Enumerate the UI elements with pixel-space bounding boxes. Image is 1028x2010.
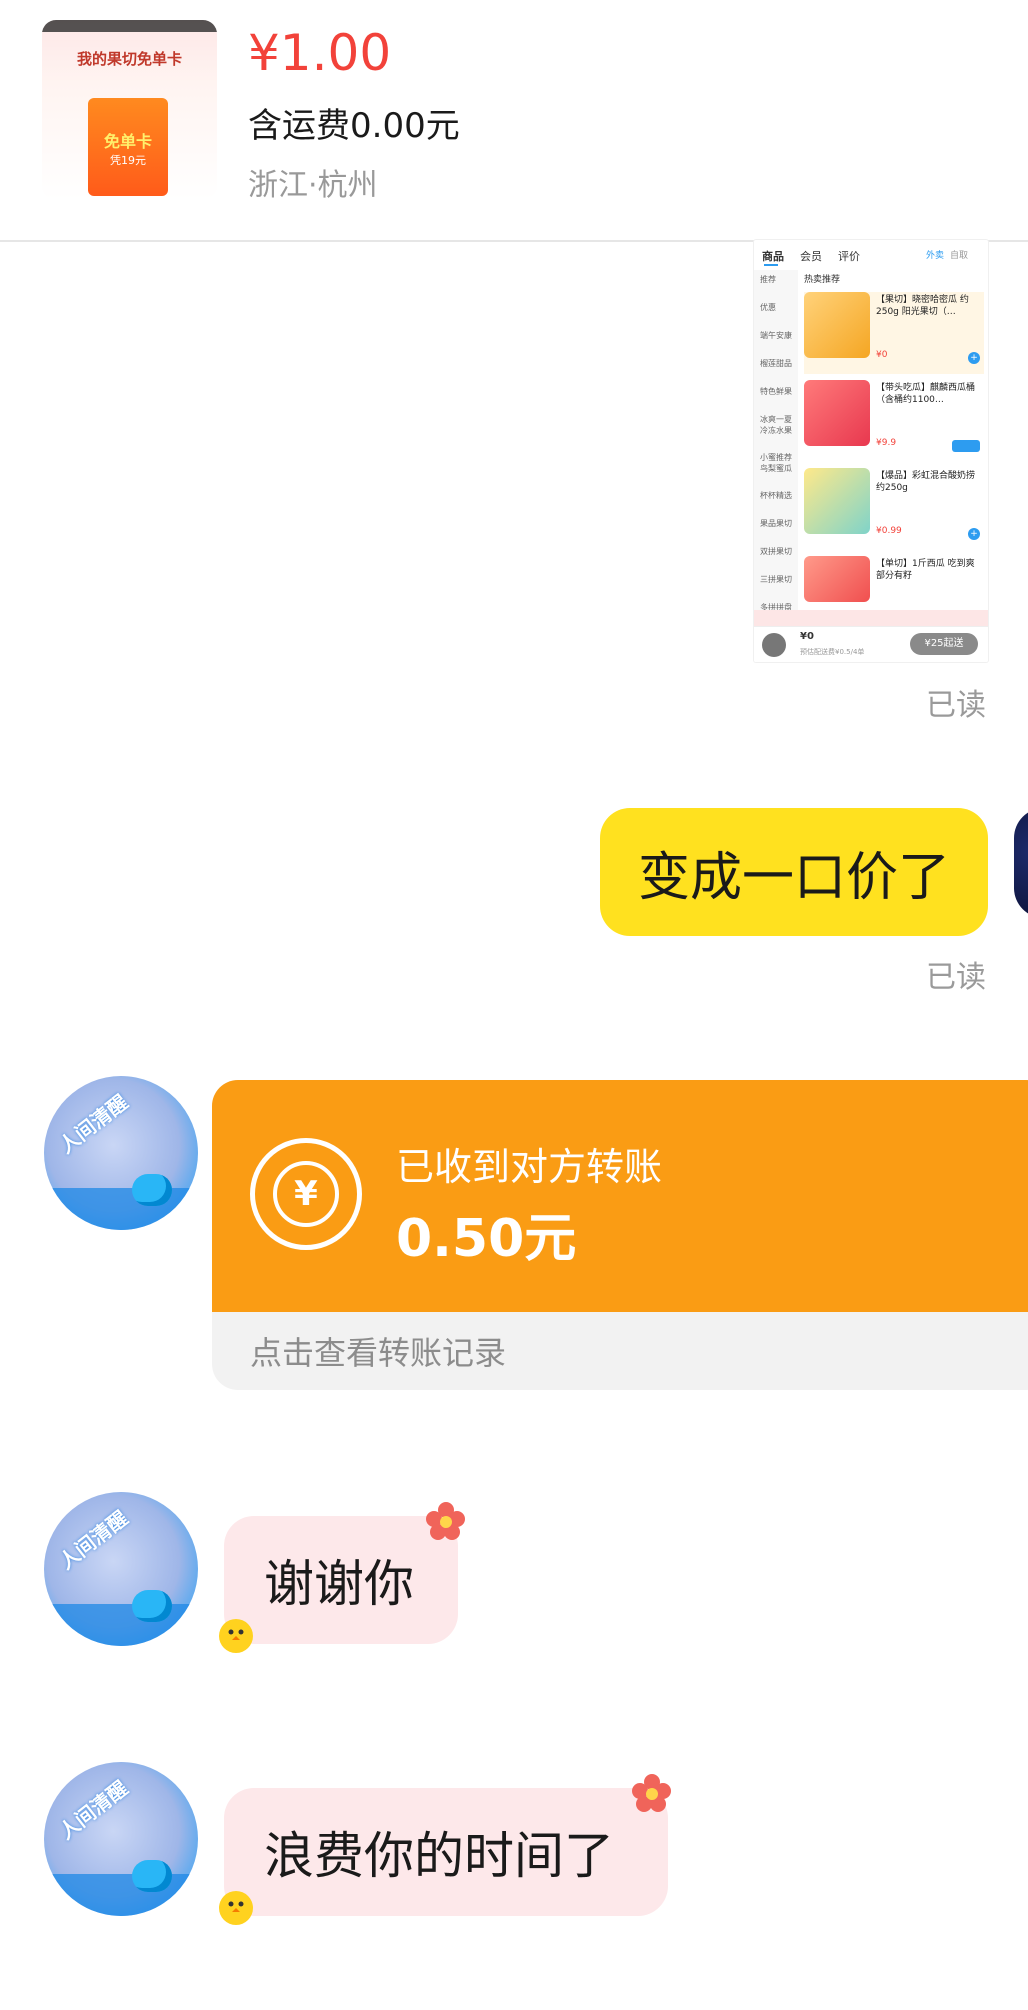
shot-sidebar-item: 三拼果切: [760, 575, 792, 584]
shared-screenshot-image[interactable]: 商品 会员 评价 外卖 自取 热卖推荐 推荐 优惠 端午安康 榴莲甜品 特色鲜果…: [754, 240, 988, 662]
transfer-message-card[interactable]: ¥ 已收到对方转账 0.50元 点击查看转账记录: [212, 1080, 1028, 1390]
incoming-message-bubble[interactable]: 浪费你的时间了: [224, 1788, 668, 1916]
shot-product-price: ¥0: [876, 350, 888, 360]
shot-tab-underline: [764, 264, 778, 266]
product-shipping: 含运费0.00元: [248, 106, 460, 146]
transfer-card-header: ¥ 已收到对方转账 0.50元: [212, 1080, 1028, 1312]
shot-product-item: 【单切】1斤西瓜 吃到爽 部分有籽: [804, 556, 984, 606]
flower-icon: [426, 1502, 465, 1540]
outgoing-message-bubble[interactable]: 变成一口价了: [600, 808, 988, 936]
read-receipt: 已读: [926, 688, 986, 723]
shot-cart-icon: [762, 633, 786, 657]
incoming-message-bubble[interactable]: 谢谢你: [224, 1516, 458, 1644]
shot-add-icon: +: [968, 528, 980, 540]
product-price: ¥1.00: [248, 24, 392, 82]
yuan-symbol: ¥: [273, 1161, 339, 1227]
shot-product-price: ¥0.99: [876, 526, 902, 536]
shot-tab-pickup: 自取: [950, 251, 969, 261]
shot-sidebar-item: 优惠: [760, 303, 776, 312]
shot-sidebar-item: 榴莲甜品: [760, 359, 792, 368]
thumbnail-title: 我的果切免单卡: [76, 50, 182, 68]
avatar-fish-decoration: [132, 1590, 172, 1622]
avatar-frame-text: 人间清醒: [54, 1505, 133, 1575]
shot-sidebar-item: 小蜜推荐 鸟梨蜜瓜: [760, 453, 792, 473]
shot-product-image: [804, 380, 870, 446]
shot-tab-members: 会员: [800, 250, 822, 263]
shot-product-item: 【果切】晓密哈密瓜 约250g 阳光果切（… ¥0 +: [804, 292, 984, 374]
free-order-card-sub: 凭19元: [110, 154, 146, 167]
shot-product-price: ¥9.9: [876, 438, 897, 448]
shot-footer-note: 预估配送费¥0.5/4单: [800, 648, 865, 656]
shot-product-name: 【带头吃瓜】麒麟西瓜桶（含桶约1100…: [876, 383, 976, 405]
view-transfer-record-link[interactable]: 点击查看转账记录: [250, 1328, 506, 1374]
shot-product-image: [804, 468, 870, 534]
shot-min-order-button: ¥25起送: [910, 633, 978, 655]
shot-product-item: 【带头吃瓜】麒麟西瓜桶（含桶约1100… ¥9.9: [804, 380, 984, 462]
shot-sidebar-item: 冰爽一夏 冷冻水果: [760, 415, 792, 435]
avatar-wave-decoration: [44, 1188, 198, 1230]
shot-product-item: 【爆品】彩虹混合酸奶捞 约250g ¥0.99 +: [804, 468, 984, 550]
yuan-exchange-icon: ¥: [250, 1138, 362, 1250]
shot-sidebar-item: 推荐: [760, 275, 776, 284]
shot-product-name: 【果切】晓密哈密瓜 约250g 阳光果切（…: [876, 295, 969, 317]
shot-sidebar: 推荐 优惠 端午安康 榴莲甜品 特色鲜果 冰爽一夏 冷冻水果 小蜜推荐 鸟梨蜜瓜…: [754, 270, 798, 622]
shot-product-name: 【单切】1斤西瓜 吃到爽 部分有籽: [876, 559, 975, 581]
product-location: 浙江·杭州: [248, 168, 378, 203]
shot-sidebar-item: 果品果切: [760, 519, 792, 528]
shot-add-icon: +: [968, 352, 980, 364]
avatar-wave-decoration: [44, 1874, 198, 1916]
free-order-card-label: 免单卡: [103, 132, 152, 151]
shot-sidebar-item: 端午安康: [760, 331, 792, 340]
product-card[interactable]: 我的果切免单卡 免单卡 凭19元 ¥1.00 含运费0.00元 浙江·杭州: [0, 0, 1028, 242]
flower-icon: [632, 1774, 671, 1812]
friend-avatar[interactable]: 人间清醒: [44, 1492, 198, 1646]
friend-avatar[interactable]: 人间清醒: [44, 1762, 198, 1916]
thumbnail-status-bar: [42, 20, 217, 32]
shot-sidebar-item: 特色鲜果: [760, 387, 792, 396]
shot-product-image: [804, 556, 870, 602]
avatar-fish-decoration: [132, 1860, 172, 1892]
shot-footer-price: ¥0: [800, 631, 814, 642]
shot-section-title: 热卖推荐: [804, 275, 841, 285]
transfer-amount: 0.50元: [396, 1209, 577, 1269]
chick-icon: [219, 1891, 253, 1925]
free-order-card-image: 免单卡 凭19元: [88, 98, 168, 196]
shot-sidebar-item: 杯杯精选: [760, 491, 792, 500]
my-avatar[interactable]: [1014, 808, 1028, 918]
shot-promo-strip: [754, 610, 988, 626]
shot-footer: ¥0 预估配送费¥0.5/4单 ¥25起送: [754, 626, 988, 662]
read-receipt: 已读: [926, 960, 986, 995]
shot-sidebar-item: 双拼果切: [760, 547, 792, 556]
shot-tab-reviews: 评价: [838, 250, 860, 263]
shot-product-name: 【爆品】彩虹混合酸奶捞 约250g: [876, 471, 976, 493]
avatar-frame-text: 人间清醒: [54, 1775, 133, 1845]
chick-icon: [219, 1619, 253, 1653]
avatar-fish-decoration: [132, 1174, 172, 1206]
shot-select-button: [952, 440, 980, 452]
transfer-status: 已收到对方转账: [396, 1145, 663, 1189]
avatar-wave-decoration: [44, 1604, 198, 1646]
friend-avatar[interactable]: 人间清醒: [44, 1076, 198, 1230]
shot-tab-delivery: 外卖: [926, 251, 945, 261]
shot-tab-goods: 商品: [762, 250, 784, 263]
shot-product-image: [804, 292, 870, 358]
avatar-frame-text: 人间清醒: [54, 1089, 133, 1159]
product-thumbnail[interactable]: 我的果切免单卡 免单卡 凭19元: [42, 20, 217, 200]
